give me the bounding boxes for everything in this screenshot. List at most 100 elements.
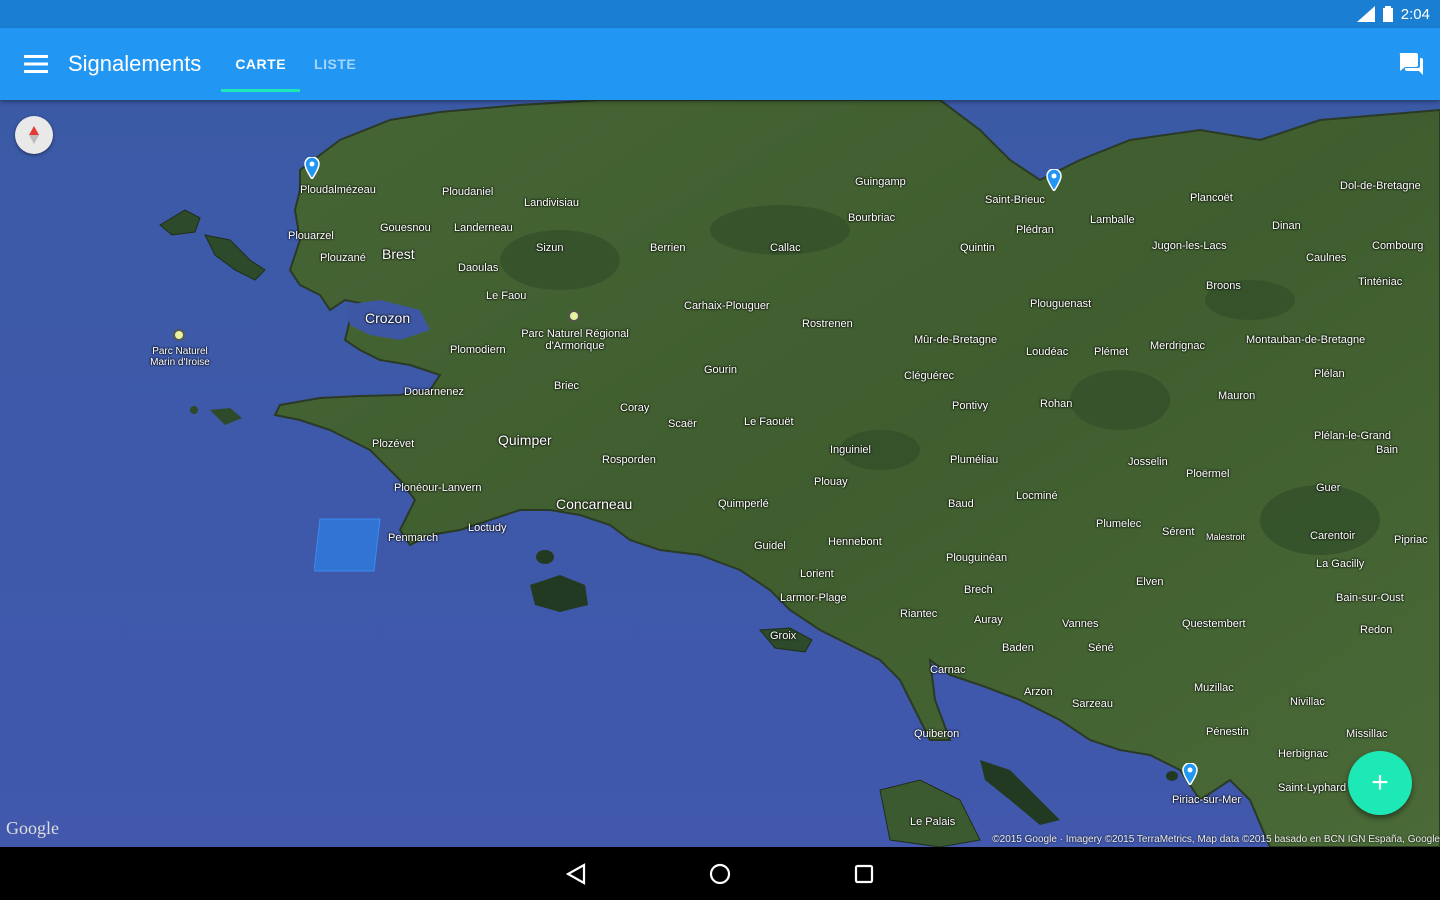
place-label: Lamballe (1090, 214, 1135, 226)
place-label: Elven (1136, 576, 1164, 588)
place-label: Inguiniel (830, 444, 871, 456)
place-label: Plouarzel (288, 230, 334, 242)
place-label: Arzon (1024, 686, 1053, 698)
place-label: Guer (1316, 482, 1341, 494)
back-button[interactable] (559, 857, 593, 891)
map-view[interactable]: Ploudalmézeau Ploudaniel Landivisiau Plo… (0, 100, 1440, 847)
place-label: Sarzeau (1072, 698, 1113, 710)
status-bar: 2:04 (0, 0, 1440, 28)
tab-liste[interactable]: LISTE (300, 28, 370, 100)
place-label: La Gacilly (1316, 558, 1365, 570)
place-label: Plouguinéan (946, 552, 1008, 564)
place-label: Riantec (900, 608, 938, 620)
place-label: Douarnenez (404, 386, 464, 398)
recents-button[interactable] (847, 857, 881, 891)
report-zone[interactable] (314, 517, 382, 573)
place-label: Daoulas (458, 262, 499, 274)
battery-icon (1382, 6, 1393, 22)
report-marker[interactable] (1182, 763, 1198, 785)
place-label: Combourg (1372, 240, 1424, 252)
place-label: Carnac (930, 664, 966, 676)
place-label: Saint-Lyphard (1278, 782, 1347, 794)
place-label: Loctudy (468, 522, 507, 534)
report-marker[interactable] (1046, 169, 1062, 191)
place-label: Vannes (1062, 618, 1099, 630)
place-label: Locminé (1016, 490, 1058, 502)
place-label: Rostrenen (802, 318, 853, 330)
place-label: Baud (948, 498, 974, 510)
place-label: Plélan (1314, 368, 1345, 380)
system-navigation-bar (0, 847, 1440, 900)
tab-carte[interactable]: CARTE (221, 28, 300, 100)
place-label: Dinan (1272, 220, 1301, 232)
place-label: Parc Naturel Marin d'Iroise (150, 346, 210, 368)
google-logo: Google (6, 818, 59, 838)
add-report-button[interactable]: + (1348, 751, 1412, 815)
place-label: Brech (964, 584, 993, 596)
place-label: Lorient (800, 568, 834, 580)
place-label: Crozon (365, 310, 411, 326)
place-label: Jugon-les-Lacs (1152, 240, 1227, 252)
place-label: Landivisiau (524, 197, 580, 209)
place-label: Brest (382, 246, 415, 262)
menu-button[interactable] (0, 28, 72, 100)
park-poi-marker[interactable] (173, 329, 185, 341)
compass-icon (29, 126, 39, 144)
place-label: Landerneau (454, 222, 513, 234)
place-label: Piriac-sur-Mer (1172, 794, 1242, 806)
place-label: Saint-Brieuc (985, 194, 1045, 206)
place-label: Plozévet (372, 438, 415, 450)
place-label: Coray (620, 402, 650, 414)
park-poi-marker[interactable] (568, 310, 580, 322)
place-label: Nivillac (1290, 696, 1325, 708)
place-label: Pontivy (952, 400, 989, 412)
place-label: Montauban-de-Bretagne (1246, 334, 1366, 346)
place-label: Plélan-le-Grand (1314, 430, 1392, 442)
hamburger-menu-icon (24, 55, 48, 73)
place-label: Missillac (1346, 728, 1388, 740)
place-label: Quimperlé (718, 498, 769, 510)
recents-icon (854, 864, 874, 883)
place-label: Quimper (498, 432, 552, 448)
place-label: Baden (1002, 642, 1034, 654)
compass-button[interactable] (15, 116, 53, 154)
place-label: Dol-de-Bretagne (1340, 180, 1421, 192)
place-label: Josselin (1128, 456, 1168, 468)
map-attribution[interactable]: ©2015 Google · Imagery ©2015 TerraMetric… (992, 834, 1440, 845)
place-label: Le Faouët (744, 416, 794, 428)
place-label: Le Faou (486, 290, 527, 302)
place-label: Broons (1206, 280, 1241, 292)
place-label: Bain (1376, 444, 1399, 456)
place-label: Pluméliau (950, 454, 999, 466)
back-icon (566, 862, 586, 885)
place-label: Hennebont (828, 536, 882, 548)
status-time: 2:04 (1400, 5, 1430, 23)
place-label: Merdrignac (1150, 340, 1206, 352)
place-label: Rohan (1040, 398, 1073, 410)
report-marker[interactable] (304, 157, 320, 179)
place-label: Caulnes (1306, 252, 1347, 264)
place-label: Gourin (704, 364, 738, 376)
place-label: Bourbriac (848, 212, 896, 224)
place-label: Quintin (960, 242, 995, 254)
place-label: Penmarch (388, 532, 439, 544)
place-label: Questembert (1182, 618, 1246, 630)
plus-icon: + (1371, 766, 1389, 799)
place-label: Parc Naturel Régional d'Armorique (521, 328, 629, 352)
place-label: Concarneau (556, 496, 633, 512)
place-label: Muzillac (1194, 682, 1234, 694)
messages-button[interactable] (1390, 44, 1430, 84)
place-label: Plouay (814, 476, 848, 488)
home-button[interactable] (703, 857, 737, 891)
place-label: Auray (974, 614, 1003, 626)
place-label: Plonéour-Lanvern (394, 482, 482, 494)
place-label: Scaër (668, 418, 697, 430)
place-label: Plomodiern (450, 344, 506, 356)
place-label: Mauron (1218, 390, 1256, 402)
place-label: Plouguenast (1030, 298, 1092, 310)
place-label: Callac (770, 242, 801, 254)
signal-icon (1356, 6, 1375, 22)
place-label: Herbignac (1278, 748, 1329, 760)
place-label: Carentoir (1310, 530, 1356, 542)
place-label: Loudéac (1026, 346, 1069, 358)
